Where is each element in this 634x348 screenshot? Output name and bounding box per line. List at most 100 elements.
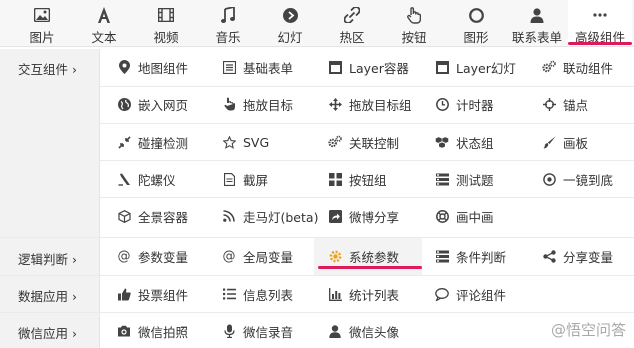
layer-box-icon	[435, 60, 449, 74]
category-label: 数据应用 ›	[18, 289, 77, 304]
component-gyroscope[interactable]: 陀螺仪	[117, 164, 176, 194]
component-info-list[interactable]: 信息列表	[222, 279, 293, 309]
component-system-params[interactable]: 系统参数	[314, 238, 422, 275]
component-wechat-recording[interactable]: 微信录音	[222, 316, 293, 346]
at-sign-icon: @	[222, 248, 236, 264]
component-condition[interactable]: 条件判断	[435, 241, 506, 271]
component-label: 投票组件	[138, 287, 189, 303]
component-label: 统计列表	[349, 287, 400, 303]
component-label: 截屏	[243, 172, 269, 188]
collapse-arrows-icon	[117, 135, 131, 149]
component-linkage[interactable]: 联动组件	[542, 52, 613, 82]
category-logic[interactable]: 逻辑判断 ›	[0, 238, 100, 275]
component-param-variable[interactable]: @ 参数变量	[117, 241, 189, 271]
text-icon	[97, 6, 111, 24]
component-button-group[interactable]: 按钮组	[328, 164, 387, 194]
component-label: 陀螺仪	[138, 172, 176, 188]
layer-box-icon	[328, 60, 342, 74]
tab-hotspot[interactable]: 热区	[328, 0, 376, 46]
component-layer-container[interactable]: Layer容器	[328, 52, 409, 82]
at-sign-icon: @	[117, 248, 131, 264]
tab-video[interactable]: 视频	[142, 0, 190, 46]
component-label: 参数变量	[138, 249, 189, 265]
image-icon	[34, 6, 50, 24]
category-wechat[interactable]: 微信应用 ›	[0, 313, 100, 348]
component-share-variable[interactable]: 分享变量	[542, 241, 613, 271]
camera-icon	[117, 324, 131, 338]
form-list-icon	[222, 60, 236, 74]
component-label: 锚点	[563, 97, 589, 113]
map-pin-icon	[117, 60, 131, 74]
component-quiz[interactable]: 测试题	[435, 164, 494, 194]
rss-icon	[222, 209, 236, 223]
component-marquee[interactable]: 走马灯(beta)	[222, 201, 318, 231]
hand-pointer-icon	[407, 6, 421, 24]
component-one-shot-scroll[interactable]: 一镜到底	[542, 164, 613, 194]
component-drawing-board[interactable]: 画板	[542, 127, 588, 157]
hotspot-link-icon	[344, 6, 360, 24]
component-wechat-photo[interactable]: 微信拍照	[117, 316, 188, 346]
component-global-variable[interactable]: @ 全局变量	[222, 241, 294, 271]
component-label: 测试题	[456, 172, 494, 188]
component-collision-detection[interactable]: 碰撞检测	[117, 127, 188, 157]
component-embed-webpage[interactable]: 嵌入网页	[117, 89, 188, 119]
target-circle-icon	[542, 172, 556, 186]
component-comments[interactable]: 评论组件	[435, 279, 506, 309]
component-wechat-avatar[interactable]: 微信头像	[328, 316, 399, 346]
component-label: 按钮组	[349, 172, 387, 188]
component-label: 分享变量	[563, 249, 614, 265]
component-label: 拖放目标	[243, 97, 294, 113]
star-outline-icon	[222, 135, 236, 149]
component-stats-list[interactable]: 统计列表	[328, 279, 399, 309]
component-panorama-container[interactable]: 全景容器	[117, 201, 188, 231]
crosshair-icon	[542, 97, 556, 111]
component-weibo-share[interactable]: 微博分享	[328, 201, 399, 231]
component-label: 信息列表	[243, 287, 294, 303]
tab-slideshow[interactable]: 幻灯	[266, 0, 314, 46]
component-label: 全局变量	[243, 249, 294, 265]
component-map[interactable]: 地图组件	[117, 52, 188, 82]
component-svg[interactable]: SVG	[222, 127, 269, 157]
tab-label: 幻灯	[277, 30, 303, 45]
category-interaction[interactable]: 交互组件 ›	[0, 49, 100, 237]
component-drop-target[interactable]: 拖放目标	[222, 89, 293, 119]
gyroscope-icon	[117, 172, 131, 186]
component-screenshot[interactable]: 截屏	[222, 164, 268, 194]
tab-label: 联系表单	[511, 30, 562, 45]
component-state-group[interactable]: 状态组	[435, 127, 494, 157]
component-layer-slideshow[interactable]: Layer幻灯	[435, 52, 516, 82]
tab-label: 按钮	[401, 30, 427, 45]
tab-contact-form[interactable]: 联系表单	[506, 0, 568, 46]
tab-image[interactable]: 图片	[18, 0, 66, 46]
component-drop-target-group[interactable]: 拖放目标组	[328, 89, 412, 119]
component-linked-control[interactable]: 关联控制	[328, 127, 399, 157]
component-label: 关联控制	[349, 135, 400, 151]
category-wechat-section: 微信应用 ›	[0, 313, 634, 348]
speech-bubble-icon	[435, 287, 449, 301]
component-label: Layer容器	[349, 60, 409, 76]
component-picture-in-picture[interactable]: 画中画	[435, 201, 494, 231]
component-timer[interactable]: 计时器	[435, 89, 494, 119]
bullet-list-icon	[222, 287, 236, 301]
component-vote[interactable]: 投票组件	[117, 279, 188, 309]
document-icon	[222, 172, 236, 186]
tab-music[interactable]: 音乐	[204, 0, 252, 46]
tab-button[interactable]: 按钮	[390, 0, 438, 46]
component-label: 嵌入网页	[138, 97, 189, 113]
tab-advanced-components[interactable]: 高级组件	[568, 0, 632, 46]
category-data[interactable]: 数据应用 ›	[0, 276, 100, 312]
category-data-section: 数据应用 ›	[0, 276, 634, 313]
bar-chart-icon	[328, 287, 342, 301]
person-icon	[328, 324, 342, 338]
person-icon	[530, 6, 544, 24]
tab-text[interactable]: 文本	[80, 0, 128, 46]
component-basic-form[interactable]: 基础表单	[222, 52, 293, 82]
tab-shape[interactable]: 图形	[452, 0, 500, 46]
more-dots-icon	[593, 6, 607, 24]
video-icon	[158, 6, 174, 24]
active-tab-annotation-underline	[568, 42, 632, 45]
component-label: 评论组件	[456, 287, 507, 303]
move-arrows-icon	[328, 97, 342, 111]
globe-icon	[117, 97, 131, 111]
component-anchor[interactable]: 锚点	[542, 89, 588, 119]
